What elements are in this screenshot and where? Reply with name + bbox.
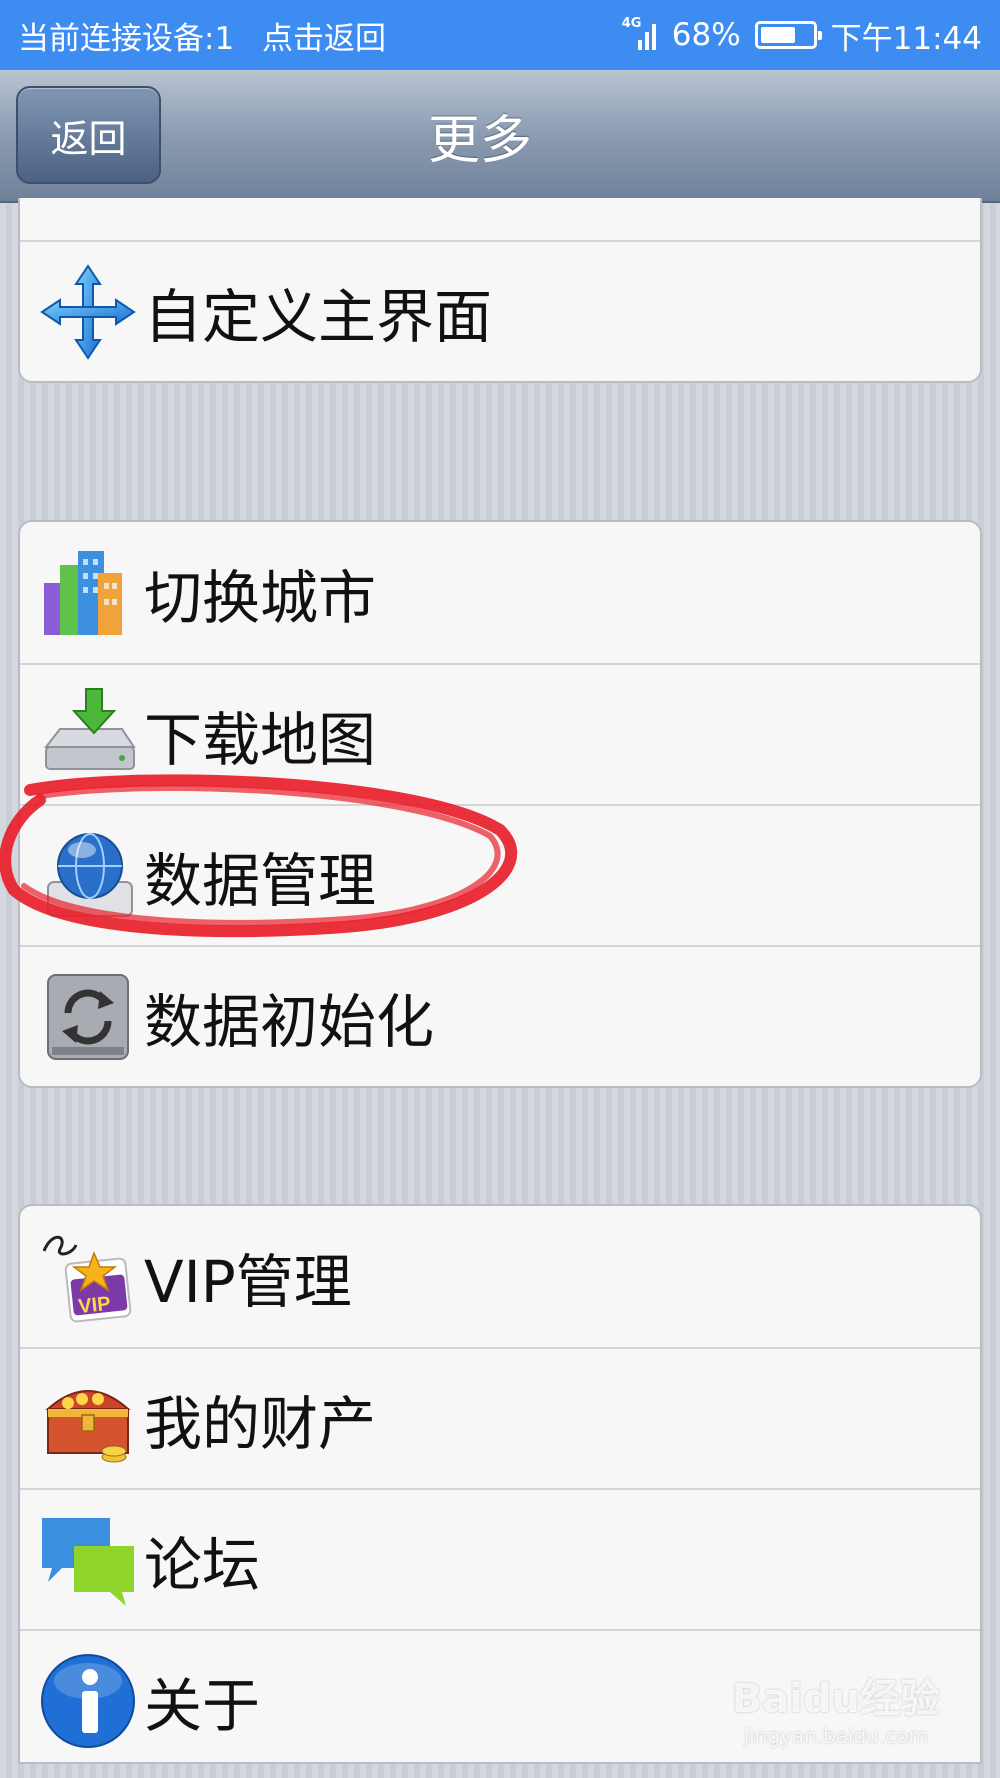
battery-percent: 68% bbox=[671, 17, 741, 53]
list-item-label: 数据初始化 bbox=[144, 987, 435, 1056]
arrows-move-icon bbox=[40, 263, 136, 360]
clock: 下午11:44 bbox=[830, 20, 982, 57]
treasure-chest-icon bbox=[45, 1389, 131, 1462]
list-item-download-map[interactable]: 下载地图 bbox=[20, 663, 980, 804]
network-type: 4G bbox=[621, 16, 642, 31]
list-item-label: 自定义主界面 bbox=[144, 282, 493, 351]
list-item-data-reset[interactable]: 数据初始化 bbox=[20, 945, 980, 1086]
watermark-text: Baidu经验 bbox=[731, 1676, 940, 1722]
battery-icon bbox=[754, 21, 822, 49]
info-icon bbox=[41, 1653, 135, 1748]
page-title: 更多 bbox=[427, 111, 532, 171]
list-item-label: 下载地图 bbox=[144, 705, 377, 774]
watermark-sub: jingyan.baidu.com bbox=[743, 1724, 929, 1748]
chat-bubbles-icon bbox=[42, 1517, 134, 1606]
svg-text:VIP: VIP bbox=[77, 1292, 111, 1317]
navigation-bar: 返回 更多 bbox=[0, 70, 1000, 203]
list-item-label: 我的财产 bbox=[144, 1389, 377, 1458]
download-drive-icon bbox=[43, 687, 136, 770]
list-item-label: 数据管理 bbox=[144, 846, 377, 915]
status-bar: 当前连接设备:1 点击返回 4G 68% 下午11:44 bbox=[0, 0, 1000, 70]
connection-status: 当前连接设备:1 bbox=[18, 20, 235, 57]
city-buildings-icon bbox=[44, 550, 122, 635]
settings-group-1: 自定义主界面 bbox=[18, 198, 982, 383]
signal-icon: 4G bbox=[622, 16, 658, 50]
settings-group-2: 切换城市 下载地图 数据管理 数据初始化 bbox=[18, 520, 982, 1088]
refresh-drive-icon bbox=[47, 973, 129, 1060]
list-item-label: 切换城市 bbox=[144, 563, 377, 632]
list-item-label: 论坛 bbox=[144, 1530, 261, 1599]
list-item-switch-city[interactable]: 切换城市 bbox=[20, 522, 980, 663]
globe-drive-icon bbox=[47, 832, 133, 917]
vip-star-icon: VIP bbox=[42, 1235, 132, 1322]
tap-return-link[interactable]: 点击返回 bbox=[262, 21, 386, 57]
list-item-vip[interactable]: VIP VIP管理 bbox=[20, 1206, 980, 1347]
list-item-customize-home[interactable]: 自定义主界面 bbox=[20, 240, 980, 381]
list-item-forum[interactable]: 论坛 bbox=[20, 1488, 980, 1629]
list-item-data-management[interactable]: 数据管理 bbox=[20, 804, 980, 945]
list-item-partial[interactable] bbox=[20, 198, 980, 240]
list-item-my-assets[interactable]: 我的财产 bbox=[20, 1347, 980, 1488]
list-item-label: VIP管理 bbox=[144, 1247, 352, 1316]
baidu-watermark: Baidu经验 jingyan.baidu.com bbox=[732, 1666, 940, 1748]
status-left[interactable]: 当前连接设备:1 点击返回 bbox=[18, 13, 624, 58]
list-item-label: 关于 bbox=[144, 1671, 261, 1740]
